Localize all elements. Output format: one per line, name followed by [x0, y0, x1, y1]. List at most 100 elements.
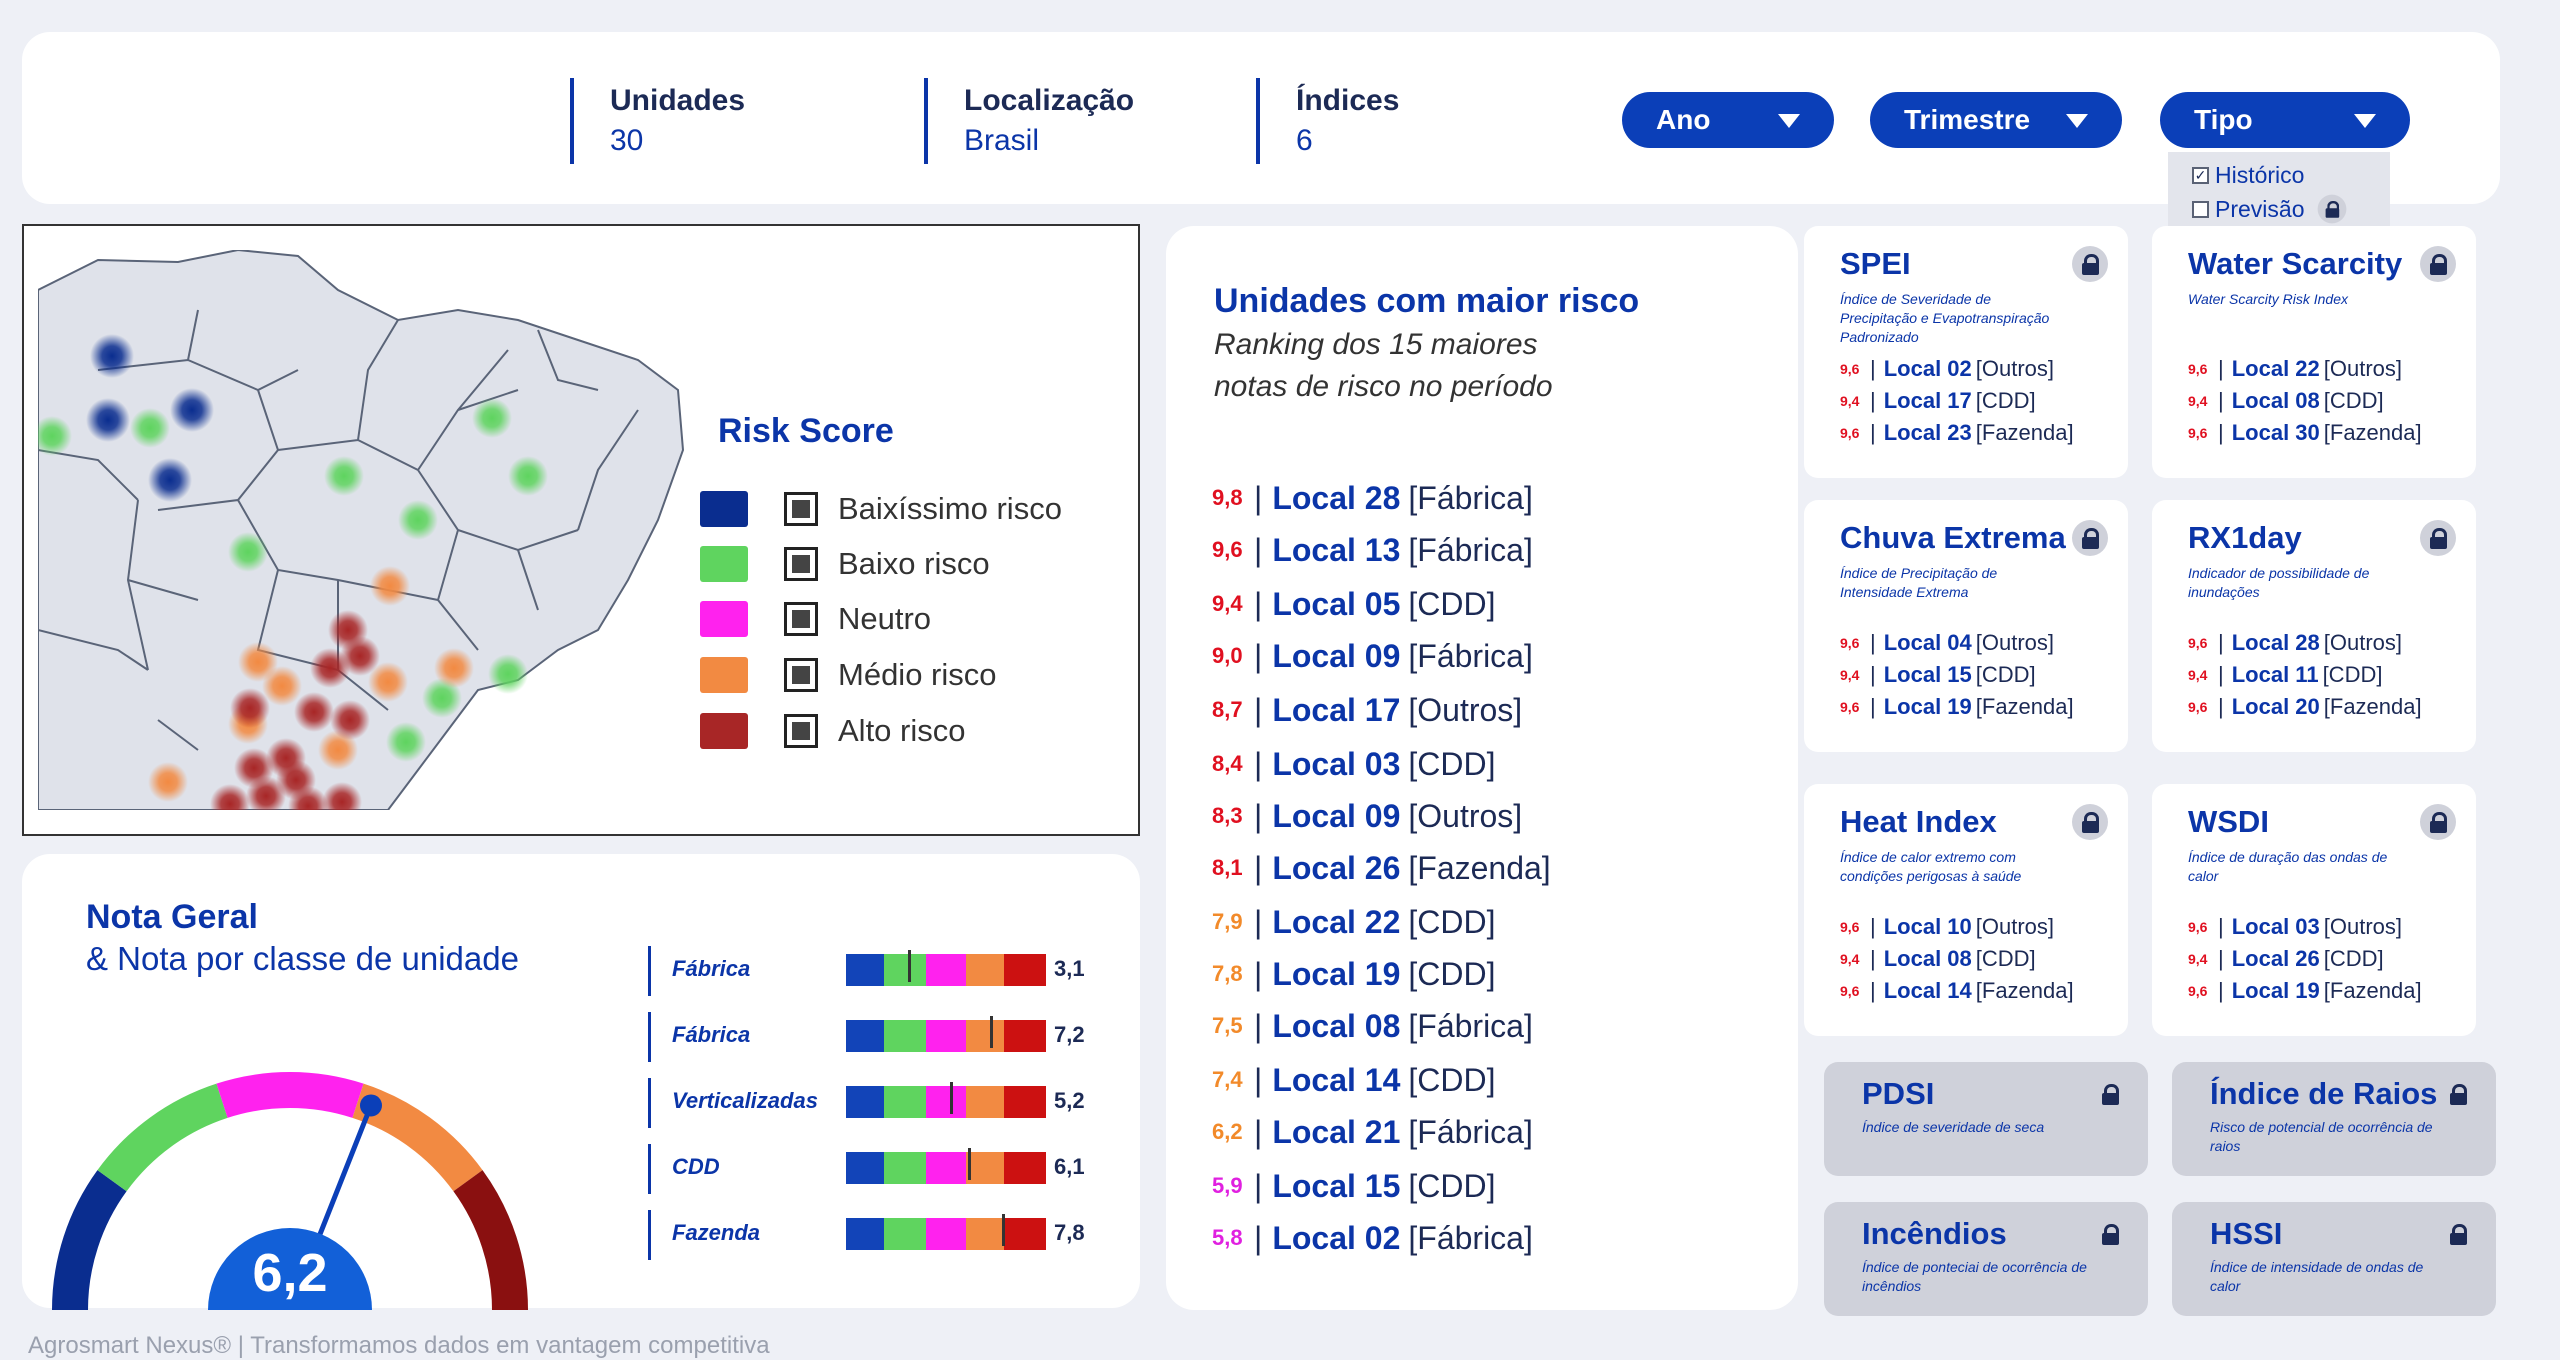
index-title: HSSI [2210, 1216, 2283, 1251]
class-label: Verticalizadas [672, 1088, 818, 1113]
class-score-bar [846, 1082, 1046, 1118]
locked-index-card[interactable]: HSSI Índice de intensidade de ondas de ca… [2172, 1202, 2496, 1316]
index-row[interactable]: 9,6 | Local 20 [Fazenda] [2188, 694, 2422, 720]
index-row[interactable]: 9,4 | Local 26 [CDD] [2188, 946, 2384, 972]
index-type: [CDD] [2323, 946, 2384, 971]
ranking-row[interactable]: 8,3 | Local 09 [Outros] [1212, 794, 1522, 838]
index-local: Local 11 [2231, 662, 2319, 687]
index-row[interactable]: 9,4 | Local 11 [CDD] [2188, 662, 2382, 688]
index-card-spei[interactable]: SPEI Índice de Severidade de Precipitação… [1804, 226, 2128, 478]
ranking-row[interactable]: 7,5 | Local 08 [Fábrica] [1212, 1004, 1533, 1048]
ranking-row[interactable]: 9,4 | Local 05 [CDD] [1212, 582, 1495, 626]
lock-icon[interactable] [2420, 520, 2456, 556]
class-separator [648, 1078, 651, 1128]
brazil-map[interactable] [38, 250, 698, 810]
index-title: WSDI [2188, 804, 2269, 839]
index-row[interactable]: 9,6 | Local 23 [Fazenda] [1840, 420, 2074, 446]
legend-item[interactable]: Baixo risco [700, 543, 990, 585]
index-type: [Outros] [1975, 914, 2055, 939]
ranking-row[interactable]: 7,8 | Local 19 [CDD] [1212, 952, 1495, 996]
ranking-row[interactable]: 8,4 | Local 03 [CDD] [1212, 742, 1495, 786]
checkbox-icon[interactable] [2192, 200, 2209, 218]
scale-segment [884, 1020, 926, 1052]
index-row[interactable]: 9,6 | Local 28 [Outros] [2188, 630, 2402, 656]
index-card-wsdi[interactable]: WSDI Índice de duração das ondas de calor… [2152, 784, 2476, 1036]
rank-score: 7,4 [1212, 1067, 1243, 1092]
lock-icon[interactable] [2420, 246, 2456, 282]
index-row[interactable]: 9,6 | Local 19 [Fazenda] [2188, 978, 2422, 1004]
tipo-option-historico[interactable]: ✓ Histórico [2192, 158, 2390, 192]
lock-icon[interactable] [2440, 1216, 2476, 1252]
class-score-bar [846, 1016, 1046, 1052]
lock-icon[interactable] [2072, 804, 2108, 840]
index-separator: | [1870, 946, 1876, 971]
ranking-row[interactable]: 9,0 | Local 09 [Fábrica] [1212, 634, 1533, 678]
class-score-value: 5,2 [1054, 1088, 1085, 1113]
index-score: 9,6 [2188, 699, 2208, 715]
index-score: 9,4 [1840, 667, 1860, 683]
legend-checkbox[interactable] [784, 602, 818, 636]
lock-icon[interactable] [2440, 1076, 2476, 1112]
scale-segment [966, 954, 1004, 986]
legend-checkbox[interactable] [784, 714, 818, 748]
lock-icon[interactable] [2072, 246, 2108, 282]
tipo-dropdown[interactable]: Tipo [2160, 92, 2410, 148]
tipo-option-previsao[interactable]: Previsão [2192, 192, 2390, 226]
legend-item[interactable]: Alto risco [700, 710, 965, 752]
locked-index-card[interactable]: Índice de Raios Risco de potencial de oco… [2172, 1062, 2496, 1176]
ranking-row[interactable]: 5,9 | Local 15 [CDD] [1212, 1164, 1495, 1208]
locked-index-card[interactable]: PDSI Índice de severidade de seca [1824, 1062, 2148, 1176]
ranking-row[interactable]: 8,1 | Local 26 [Fazenda] [1212, 846, 1551, 890]
index-row[interactable]: 9,6 | Local 03 [Outros] [2188, 914, 2402, 940]
ranking-row[interactable]: 6,2 | Local 21 [Fábrica] [1212, 1110, 1533, 1154]
index-card-heat-index[interactable]: Heat Index Índice de calor extremo com co… [1804, 784, 2128, 1036]
ranking-row[interactable]: 7,4 | Local 14 [CDD] [1212, 1058, 1495, 1102]
gauge-segment [216, 1072, 364, 1118]
index-row[interactable]: 9,6 | Local 22 [Outros] [2188, 356, 2402, 382]
index-row[interactable]: 9,6 | Local 02 [Outros] [1840, 356, 2054, 382]
ano-dropdown[interactable]: Ano [1622, 92, 1834, 148]
ranking-row[interactable]: 5,8 | Local 02 [Fábrica] [1212, 1216, 1533, 1260]
index-row[interactable]: 9,4 | Local 08 [CDD] [2188, 388, 2384, 414]
score-marker [968, 1148, 971, 1180]
legend-item[interactable]: Baixíssimo risco [700, 488, 1062, 530]
lock-icon[interactable] [2420, 804, 2456, 840]
index-score: 9,6 [1840, 635, 1860, 651]
index-card-water-scarcity[interactable]: Water Scarcity Water Scarcity Risk Index … [2152, 226, 2476, 478]
class-separator [648, 1210, 651, 1260]
index-card-rx1day[interactable]: RX1day Indicador de possibilidade de inun… [2152, 500, 2476, 752]
legend-checkbox[interactable] [784, 547, 818, 581]
index-card-chuva-extrema[interactable]: Chuva Extrema Índice de Precipitação de I… [1804, 500, 2128, 752]
index-separator: | [1870, 978, 1876, 1003]
lock-icon[interactable] [2092, 1216, 2128, 1252]
legend-checkbox[interactable] [784, 658, 818, 692]
index-row[interactable]: 9,4 | Local 17 [CDD] [1840, 388, 2036, 414]
trimestre-dropdown[interactable]: Trimestre [1870, 92, 2122, 148]
index-row[interactable]: 9,6 | Local 30 [Fazenda] [2188, 420, 2422, 446]
ranking-row[interactable]: 9,8 | Local 28 [Fábrica] [1212, 476, 1533, 520]
ranking-row[interactable]: 9,6 | Local 13 [Fábrica] [1212, 528, 1533, 572]
index-subtitle: Indicador de possibilidade de inundações [2188, 565, 2370, 600]
index-row[interactable]: 9,4 | Local 08 [CDD] [1840, 946, 2036, 972]
lock-icon[interactable] [2092, 1076, 2128, 1112]
checkbox-checked-icon[interactable]: ✓ [2192, 166, 2209, 184]
scale-segment [884, 1086, 926, 1118]
index-row[interactable]: 9,6 | Local 04 [Outros] [1840, 630, 2054, 656]
locked-index-card[interactable]: Incêndios Índice de ponteciai de ocorrênc… [1824, 1202, 2148, 1316]
legend-item[interactable]: Neutro [700, 598, 931, 640]
index-row[interactable]: 9,6 | Local 19 [Fazenda] [1840, 694, 2074, 720]
kpi-label: Unidades [610, 84, 746, 117]
index-row[interactable]: 9,6 | Local 10 [Outros] [1840, 914, 2054, 940]
legend-checkbox[interactable] [784, 492, 818, 526]
ranking-row[interactable]: 8,7 | Local 17 [Outros] [1212, 688, 1522, 732]
legend-item[interactable]: Médio risco [700, 654, 997, 696]
ranking-row[interactable]: 7,9 | Local 22 [CDD] [1212, 900, 1495, 944]
rank-local: Local 05 [1272, 585, 1401, 622]
rank-separator: | [1254, 585, 1263, 622]
index-type: [Outros] [1975, 630, 2055, 655]
index-row[interactable]: 9,4 | Local 15 [CDD] [1840, 662, 2036, 688]
lock-icon[interactable] [2072, 520, 2108, 556]
index-row[interactable]: 9,6 | Local 14 [Fazenda] [1840, 978, 2074, 1004]
scale-segment [926, 1020, 966, 1052]
rank-score: 6,2 [1212, 1119, 1243, 1144]
